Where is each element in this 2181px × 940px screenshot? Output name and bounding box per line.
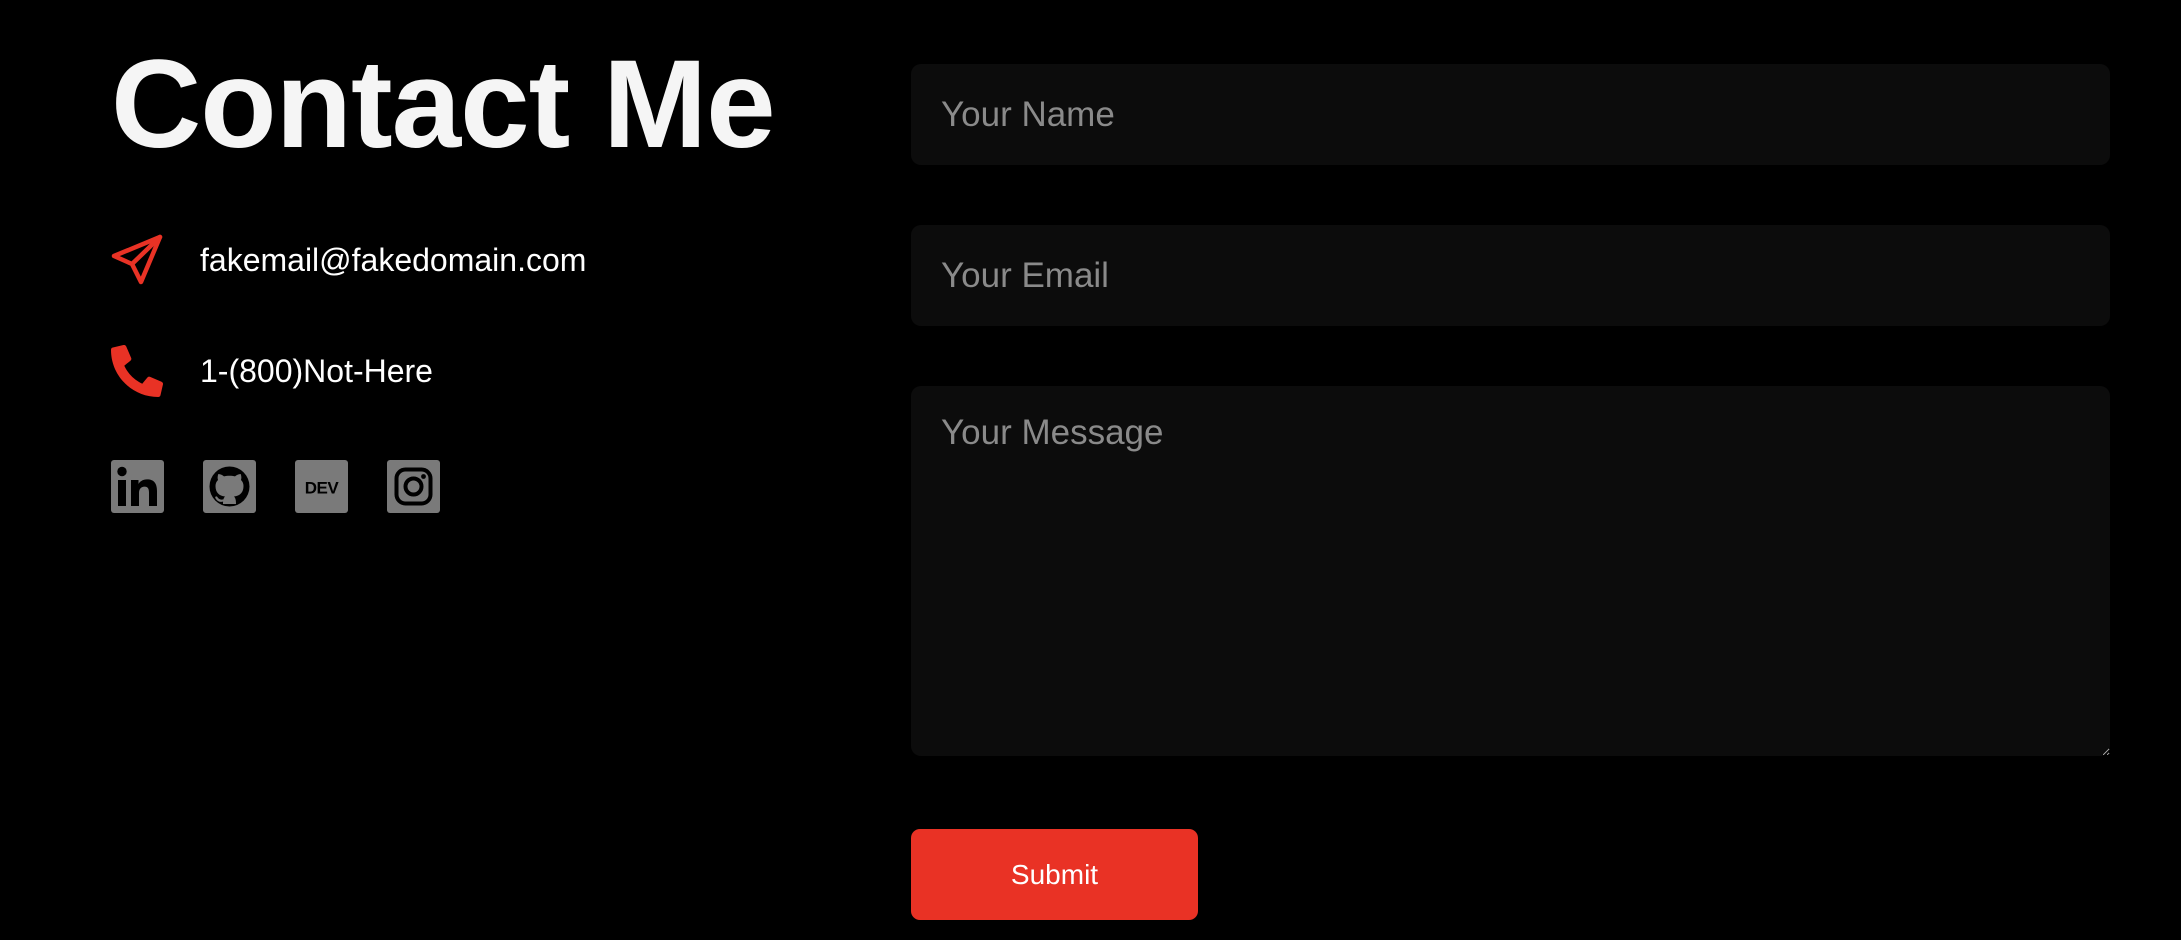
dev-icon-label: DEV xyxy=(305,479,340,498)
submit-button[interactable]: Submit xyxy=(911,829,1198,920)
contact-page: Contact Me fakemail@fakedomain.com 1-(80… xyxy=(0,0,2181,940)
email-input[interactable] xyxy=(911,225,2110,326)
page-title: Contact Me xyxy=(111,35,776,174)
instagram-icon[interactable] xyxy=(387,460,440,513)
phone-icon xyxy=(111,342,169,400)
contact-phone-row: 1-(800)Not-Here xyxy=(111,341,433,401)
social-links: DEV xyxy=(111,460,440,513)
dev-icon[interactable]: DEV xyxy=(295,460,348,513)
message-textarea[interactable] xyxy=(911,386,2110,756)
github-icon[interactable] xyxy=(203,460,256,513)
name-input[interactable] xyxy=(911,64,2110,165)
contact-email-text: fakemail@fakedomain.com xyxy=(200,241,587,278)
contact-info: Contact Me fakemail@fakedomain.com 1-(80… xyxy=(111,30,871,513)
paper-plane-icon xyxy=(111,231,169,289)
linkedin-icon[interactable] xyxy=(111,460,164,513)
contact-email-row: fakemail@fakedomain.com xyxy=(111,230,586,290)
contact-phone-text: 1-(800)Not-Here xyxy=(200,352,433,389)
